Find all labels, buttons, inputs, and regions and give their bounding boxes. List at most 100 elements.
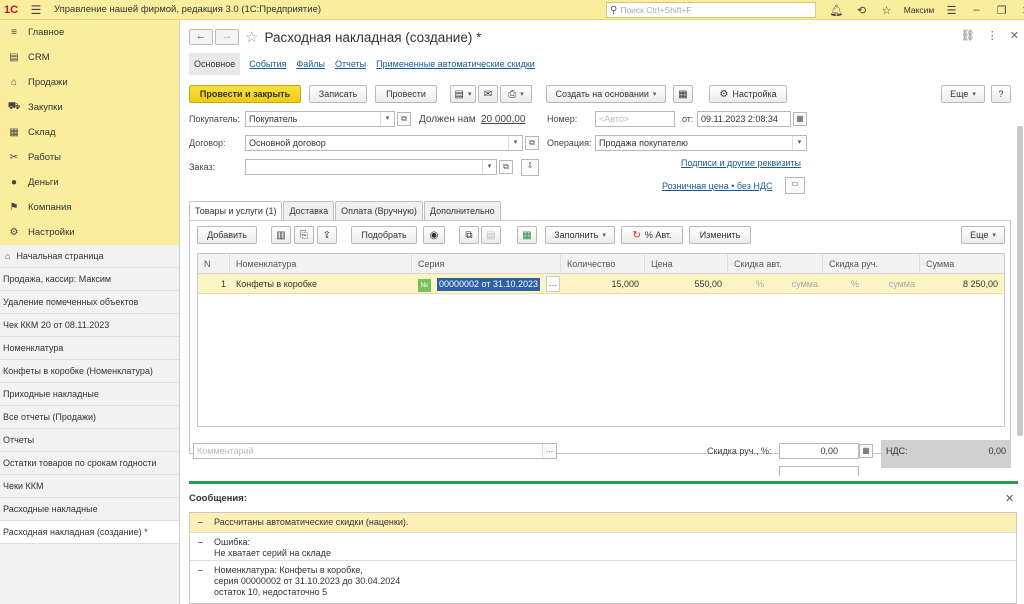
global-search-input[interactable]: ⚲ Поиск Ctrl+Shift+F [606,2,816,18]
series-choose-button[interactable]: … [546,276,560,292]
excel-button[interactable]: ▦ [517,226,537,244]
pick-button[interactable]: Подобрать [351,226,417,244]
nav-item-sales[interactable]: ⌂ Продажи [0,70,179,95]
scrollbar-thumb[interactable] [1017,126,1023,436]
table-more-button[interactable]: Еще ▾ [961,226,1005,244]
subtab-main[interactable]: Основное [189,53,241,75]
settings-button[interactable]: ⚙ Настройка [709,85,787,103]
history-icon[interactable]: ⟲ [849,4,874,17]
column-header-series[interactable]: Серия [412,254,561,274]
open-window-home[interactable]: ⌂ Начальная страница [0,245,179,268]
column-header-item[interactable]: Номенклатура [230,254,412,274]
nav-item-purchases[interactable]: ⛟ Закупки [0,95,179,120]
back-button[interactable]: ← [189,29,213,45]
column-header-price[interactable]: Цена [645,254,728,274]
minimize-icon[interactable]: – [964,4,989,16]
view-button[interactable]: ◉ [423,226,445,244]
open-contract-icon[interactable]: ⧉ [525,136,539,150]
column-header-manual-discount[interactable]: Скидка руч. [823,254,920,274]
email-button[interactable]: ✉ [478,85,498,103]
message-item[interactable]: – Рассчитаны автоматические скидки (наце… [190,513,1016,533]
more-vert-icon[interactable]: ⋮ [987,29,998,42]
cell-qty[interactable]: 15,000 [561,274,639,294]
open-window-item[interactable]: Приходные накладные [0,383,179,406]
favorite-star-icon[interactable]: ☆ [245,28,258,46]
goods-table[interactable]: N Номенклатура Серия Количество Цена Ски… [197,253,1005,427]
cell-manual-discount-sum[interactable]: сумма [863,274,915,294]
nav-item-money[interactable]: ● Деньги [0,170,179,195]
add-row-button[interactable]: Добавить [197,226,257,244]
favorites-star-icon[interactable]: ☆ [874,4,899,17]
manual-discount-field[interactable]: 0,00 [779,443,859,459]
chevron-down-icon[interactable]: ▾ [508,136,522,150]
cell-series-editor[interactable]: 00000002 от 31.10.2023 [437,274,541,294]
comment-field[interactable]: Комментарий [193,443,557,459]
order-field[interactable]: ▾ [245,159,497,175]
extra-field[interactable] [779,466,859,476]
comment-expand-icon[interactable]: … [542,444,556,458]
post-and-close-button[interactable]: Провести и закрыть [189,85,301,103]
close-icon[interactable]: ✕ [1014,4,1024,17]
print-button[interactable]: ⎙ ▾ [500,85,532,103]
structure-button[interactable]: ▦ [673,85,693,103]
calculator-icon[interactable]: ▦ [859,444,873,458]
column-header-n[interactable]: N [198,254,230,274]
scan-button[interactable]: ⎘ [294,226,314,244]
open-window-item[interactable]: Чек ККМ 20 от 08.11.2023 [0,314,179,337]
nav-item-crm[interactable]: ▤ CRM [0,45,179,70]
buyer-field[interactable]: Покупатель ▾ [245,111,395,127]
chevron-down-icon[interactable]: ▾ [482,160,496,174]
tab-payment[interactable]: Оплата (Вручную) [335,201,423,220]
cell-sum[interactable]: 8 250,00 [920,274,998,294]
price-settings-icon[interactable]: ▭ [785,177,805,194]
nav-item-works[interactable]: ✂ Работы [0,145,179,170]
help-button[interactable]: ? [991,85,1011,103]
open-order-icon[interactable]: ⧉ [499,160,513,174]
message-item[interactable]: – Ошибка: Не хватает серий на складе [190,533,1016,561]
auto-discount-button[interactable]: ↻% Авт. [621,226,683,244]
nav-item-warehouse[interactable]: ▦ Склад [0,120,179,145]
paste-button[interactable]: ▤ [481,226,501,244]
cell-manual-discount-pct[interactable]: % [823,274,859,294]
upload-button[interactable]: ⇪ [317,226,337,244]
save-button[interactable]: Записать [309,85,367,103]
copy-button[interactable]: ⧉ [459,226,479,244]
owes-amount[interactable]: 20 000,00 [481,114,526,125]
open-window-item[interactable]: Номенклатура [0,337,179,360]
column-header-auto-discount[interactable]: Скидка авт. [728,254,823,274]
chevron-down-icon[interactable]: ▾ [792,136,806,150]
signatures-link[interactable]: Подписи и другие реквизиты [681,158,801,168]
contract-field[interactable]: Основной договор ▾ [245,135,523,151]
tab-delivery[interactable]: Доставка [283,201,335,220]
fill-button[interactable]: Заполнить ▾ [545,226,615,244]
close-form-icon[interactable]: ✕ [1010,29,1019,42]
settings-menu-icon[interactable]: ☰ [939,4,964,17]
bell-icon[interactable]: 🔔︎ [824,4,849,17]
open-window-item[interactable]: Чеки ККМ [0,475,179,498]
messages-splitter[interactable] [189,481,1018,484]
table-row[interactable]: 1 Конфеты в коробке № 00000002 от 31.10.… [198,274,1004,294]
open-window-item[interactable]: Расходные накладные [0,498,179,521]
restore-icon[interactable]: ❐ [989,4,1014,17]
subtab-files[interactable]: Файлы [291,53,330,75]
print-forms-button[interactable]: ▤ ▾ [450,85,476,103]
tab-additional[interactable]: Дополнительно [423,201,501,220]
number-field[interactable]: <Авто> [595,111,675,127]
message-item[interactable]: – Номенклатура: Конфеты в коробке, серия… [190,561,1016,602]
user-name[interactable]: Максим [899,5,939,15]
date-field[interactable]: 09.11.2023 2:08:34 [697,111,791,127]
cell-item[interactable]: Конфеты в коробке [236,274,406,294]
cell-price[interactable]: 550,00 [645,274,722,294]
open-buyer-icon[interactable]: ⧉ [397,112,411,126]
column-header-qty[interactable]: Количество [561,254,645,274]
open-window-item[interactable]: Удаление помеченных объектов [0,291,179,314]
more-button[interactable]: Еще ▾ [941,85,985,103]
form-scrollbar[interactable] [1016,126,1024,466]
subtab-reports[interactable]: Отчеты [330,53,371,75]
retail-price-link[interactable]: Розничная цена • без НДС [662,181,772,191]
operation-field[interactable]: Продажа покупателю ▾ [595,135,807,151]
subtab-applied-discounts[interactable]: Примененные автоматические скидки [371,53,540,75]
create-based-on-button[interactable]: Создать на основании ▾ [546,85,666,103]
nav-item-main[interactable]: ≡ Главное [0,20,179,45]
nav-item-company[interactable]: ⚑ Компания [0,195,179,220]
